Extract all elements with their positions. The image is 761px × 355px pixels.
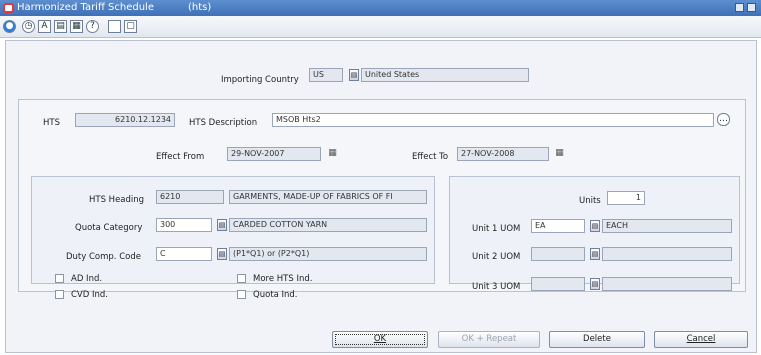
delete-button-label: Delete [583, 334, 611, 344]
importing-country-label: Importing Country [221, 75, 299, 85]
duty-comp-code-field[interactable]: C [156, 247, 212, 261]
ad-ind-checkbox[interactable] [55, 274, 64, 283]
cvd-ind-checkbox[interactable] [55, 290, 64, 299]
more-hts-ind-checkbox[interactable] [237, 274, 246, 283]
hts-field: 6210.12.1234 [75, 113, 175, 127]
window-subtitle: (hts) [188, 2, 212, 13]
print-icon[interactable]: ▦ [70, 20, 83, 33]
effect-to-field[interactable]: 27-NOV-2008 [457, 147, 549, 161]
effect-to-calendar-icon[interactable]: ▦ [554, 148, 565, 160]
cancel-button-label: Cancel [686, 334, 716, 344]
blank-page-icon[interactable] [108, 20, 121, 33]
notes-icon[interactable]: ▤ [54, 20, 67, 33]
app-icon [3, 3, 14, 13]
quota-category-label: Quota Category [75, 223, 143, 233]
spell-check-icon[interactable]: A [38, 20, 51, 33]
quota-category-code-field[interactable]: 300 [156, 218, 212, 232]
quota-ind-label: Quota Ind. [253, 290, 298, 300]
cancel-button[interactable]: Cancel [654, 331, 748, 348]
effect-from-label: Effect From [156, 152, 205, 162]
importing-country-lov-icon[interactable]: ▤ [349, 69, 359, 81]
effect-to-label: Effect To [412, 152, 449, 162]
importing-country-code-field[interactable]: US [309, 68, 343, 82]
hts-description-label: HTS Description [189, 118, 258, 128]
ok-repeat-button[interactable]: OK + Repeat [438, 331, 540, 348]
help-icon[interactable]: ? [86, 20, 99, 33]
cvd-ind-label: CVD Ind. [71, 290, 108, 300]
duty-comp-code-desc-field: (P1*Q1) or (P2*Q1) [229, 247, 427, 261]
unit3-uom-label: Unit 3 UOM [472, 282, 521, 292]
unit3-uom-code-field[interactable] [531, 277, 585, 291]
clock-icon[interactable]: ◷ [22, 20, 35, 33]
hts-label: HTS [43, 118, 60, 128]
hts-description-field[interactable]: MSOB Hts2 [272, 113, 714, 127]
unit1-uom-code-field[interactable]: EA [531, 219, 585, 233]
unit1-uom-label: Unit 1 UOM [472, 224, 521, 234]
delete-button[interactable]: Delete [549, 331, 645, 348]
copy-page-icon[interactable]: ▢ [124, 20, 137, 33]
title-bar: Harmonized Tariff Schedule (hts) [0, 0, 761, 16]
units-label: Units [579, 196, 601, 206]
ok-button-label: OK [373, 334, 387, 344]
ad-ind-label: AD Ind. [71, 274, 103, 284]
effect-from-field[interactable]: 29-NOV-2007 [227, 147, 321, 161]
unit2-uom-desc-field [602, 247, 732, 261]
units-field[interactable]: 1 [607, 191, 645, 205]
unit1-uom-desc-field: EACH [602, 219, 732, 233]
unit1-uom-lov-icon[interactable]: ▤ [590, 220, 600, 232]
quota-category-desc-field: CARDED COTTON YARN [229, 218, 427, 232]
globe-icon[interactable]: ● [3, 20, 16, 33]
minimize-button[interactable] [735, 3, 744, 12]
unit3-uom-desc-field [602, 277, 732, 291]
effect-from-calendar-icon[interactable]: ▦ [327, 148, 338, 160]
unit2-uom-label: Unit 2 UOM [472, 252, 521, 262]
quota-category-lov-icon[interactable]: ▤ [217, 219, 227, 231]
ok-button[interactable]: OK [332, 331, 428, 348]
ok-repeat-button-label: OK + Repeat [461, 334, 517, 344]
quota-ind-checkbox[interactable] [237, 290, 246, 299]
unit2-uom-lov-icon[interactable]: ▤ [590, 248, 600, 260]
importing-country-name-field: United States [361, 68, 529, 82]
main-panel: Importing Country US ▤ United States HTS… [5, 40, 757, 353]
duty-comp-code-label: Duty Comp. Code [66, 252, 141, 262]
unit2-uom-code-field[interactable] [531, 247, 585, 261]
comment-icon[interactable]: … [717, 113, 730, 126]
hts-heading-label: HTS Heading [89, 195, 145, 205]
hts-heading-code-field: 6210 [156, 190, 224, 204]
hts-heading-desc-field: GARMENTS, MADE-UP OF FABRICS OF FI [229, 190, 427, 204]
window-title: Harmonized Tariff Schedule [17, 2, 154, 13]
toolbar: ● ◷ A ▤ ▦ ? ▢ [0, 16, 761, 38]
unit3-uom-lov-icon[interactable]: ▤ [590, 278, 600, 290]
more-hts-ind-label: More HTS Ind. [253, 274, 313, 284]
duty-comp-code-lov-icon[interactable]: ▤ [217, 248, 227, 260]
maximize-button[interactable] [747, 3, 756, 12]
